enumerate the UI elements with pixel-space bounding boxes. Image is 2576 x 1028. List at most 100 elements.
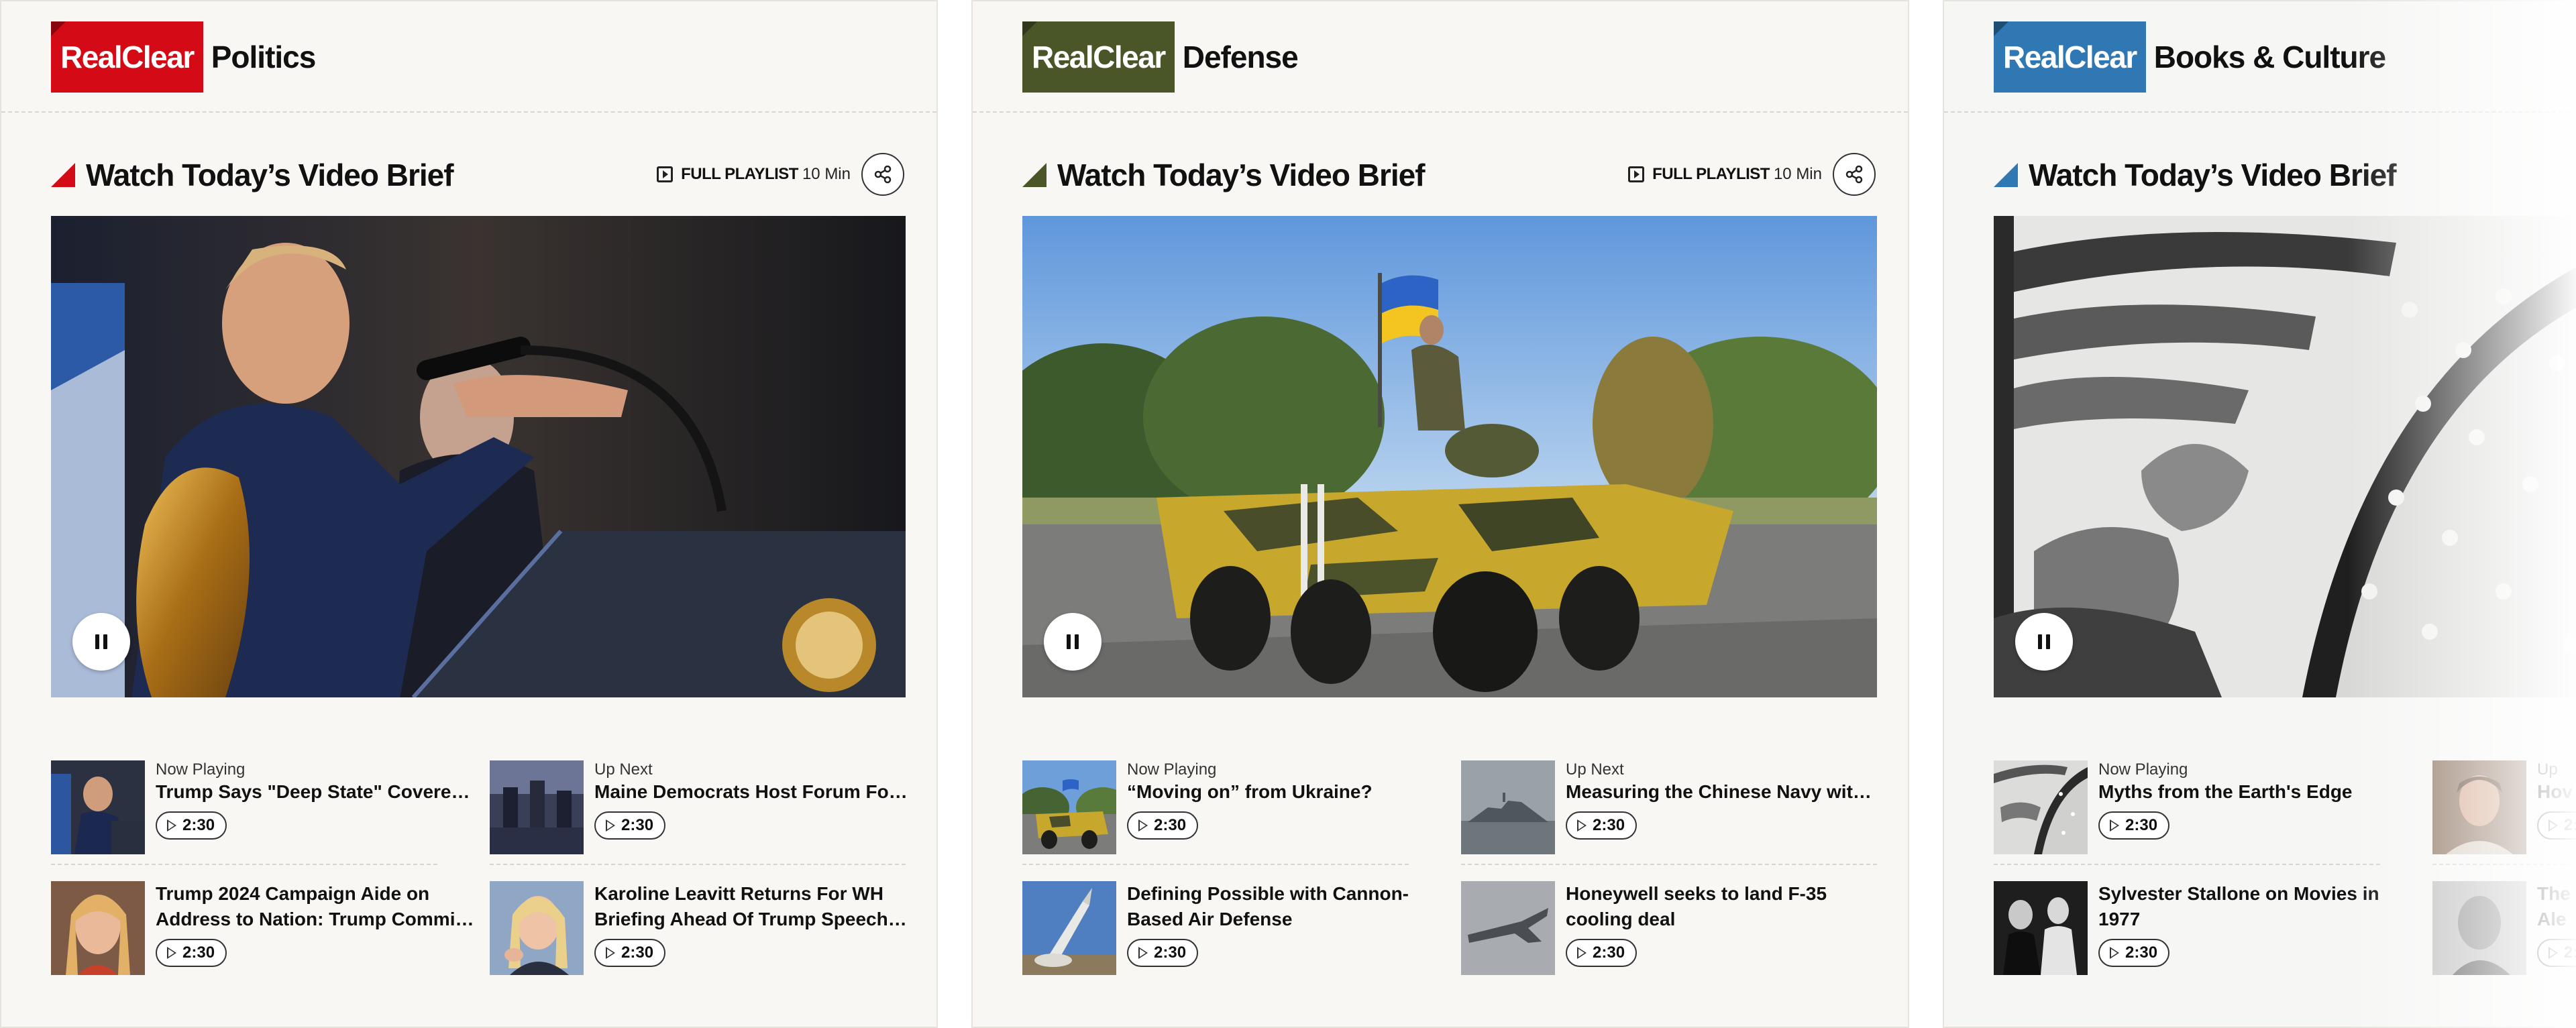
video-frame-engraving <box>1994 216 2576 697</box>
duration-text: 2:30 <box>621 944 654 962</box>
item-title[interactable]: Trump Says "Deep State" Covere… <box>156 779 480 805</box>
duration-badge[interactable]: 2:30 <box>2537 939 2576 967</box>
playlist-item[interactable]: Up Next Maine Democrats Host Forum Fo… 2… <box>490 760 919 854</box>
item-status: Up Next <box>594 760 653 779</box>
duration-badge[interactable]: 2:30 <box>2537 811 2576 840</box>
divider <box>2432 864 2576 865</box>
brief-title: Watch Today’s Video Brief <box>2029 158 2397 192</box>
playlist-duration: 10 Min <box>802 165 851 183</box>
playlist-icon <box>657 166 674 182</box>
pause-button[interactable] <box>2015 613 2073 671</box>
pause-button[interactable] <box>72 613 130 671</box>
video-thumbnail <box>1461 881 1555 975</box>
duration-badge[interactable]: 2:30 <box>594 939 666 967</box>
duration-badge[interactable]: 2:30 <box>2098 939 2170 967</box>
divider <box>490 864 906 865</box>
video-thumbnail <box>490 881 584 975</box>
video-thumbnail <box>1994 760 2088 854</box>
playlist-item[interactable]: Karoline Leavitt Returns For WH Briefing… <box>490 881 919 975</box>
duration-text: 2:30 <box>182 944 215 962</box>
video-brief-heading: Watch Today’s Video Brief <box>1022 153 1426 197</box>
duration-text: 2:30 <box>621 816 654 834</box>
item-status: Now Playing <box>1127 760 1217 779</box>
item-status: Up Next <box>1566 760 1624 779</box>
duration-badge[interactable]: 2:30 <box>594 811 666 840</box>
play-icon <box>2548 947 2558 959</box>
playlist-item[interactable]: Now Playing “Moving on” from Ukraine? 2:… <box>1022 760 1452 854</box>
item-title[interactable]: Hov <box>2537 779 2576 805</box>
accent-triangle-icon <box>1022 163 1046 187</box>
divider <box>1461 864 1877 865</box>
item-title[interactable]: Myths from the Earth's Edge <box>2098 779 2423 805</box>
brief-title: Watch Today’s Video Brief <box>86 158 454 192</box>
item-status: Up <box>2537 760 2558 779</box>
video-card-politics: RealClear Politics Watch Today’s Video B… <box>0 0 938 1028</box>
playlist-duration: 10 Min <box>1773 165 1822 183</box>
logo-brand: RealClear <box>1994 21 2146 93</box>
playlist-item[interactable]: Honeywell seeks to land F-35 cooling dea… <box>1461 881 1890 975</box>
duration-badge[interactable]: 2:30 <box>1566 811 1638 840</box>
playlist-item[interactable]: Defining Possible with Cannon-Based Air … <box>1022 881 1452 975</box>
video-thumbnail <box>1461 760 1555 854</box>
duration-badge[interactable]: 2:30 <box>156 939 227 967</box>
logo-brand: RealClear <box>1022 21 1175 93</box>
duration-text: 2:30 <box>182 816 215 834</box>
playlist-item[interactable]: Trump 2024 Campaign Aide on Address to N… <box>51 881 480 975</box>
item-title[interactable]: “Moving on” from Ukraine? <box>1127 779 1452 805</box>
full-playlist-link[interactable]: FULL PLAYLIST 10 Min <box>1628 162 1822 186</box>
video-thumbnail <box>1022 760 1116 854</box>
item-title[interactable]: Sylvester Stallone on Movies in 1977 <box>2098 881 2423 932</box>
item-title[interactable]: Honeywell seeks to land F-35 cooling dea… <box>1566 881 1890 932</box>
video-player[interactable] <box>51 216 906 697</box>
logo-section-name: Politics <box>211 40 317 74</box>
playlist-item[interactable]: Up Hov 2:30 <box>2432 760 2576 854</box>
item-status: Now Playing <box>156 760 246 779</box>
duration-badge[interactable]: 2:30 <box>1127 811 1199 840</box>
item-title[interactable]: Measuring the Chinese Navy wit… <box>1566 779 1890 805</box>
pause-icon <box>95 634 99 649</box>
pause-icon <box>2038 634 2042 649</box>
video-player[interactable] <box>1022 216 1877 697</box>
duration-text: 2:30 <box>1154 944 1187 962</box>
playlist-item[interactable]: Now Playing Trump Says "Deep State" Cove… <box>51 760 480 854</box>
item-title[interactable]: Defining Possible with Cannon-Based Air … <box>1127 881 1452 932</box>
video-player[interactable] <box>1994 216 2576 697</box>
divider <box>1994 864 2380 865</box>
duration-badge[interactable]: 2:30 <box>1566 939 1638 967</box>
playlist-item[interactable]: Now Playing Myths from the Earth's Edge … <box>1994 760 2423 854</box>
share-button[interactable] <box>1833 153 1876 196</box>
full-playlist-link[interactable]: FULL PLAYLIST 10 Min <box>657 162 851 186</box>
playlist-label: FULL PLAYLIST <box>1652 165 1770 183</box>
item-status: Now Playing <box>2098 760 2188 779</box>
realclear-politics-logo[interactable]: RealClear Politics <box>51 21 317 93</box>
card-header: RealClear Defense <box>973 1 1908 113</box>
video-brief-heading: Watch Today’s Video Brief <box>51 153 454 197</box>
duration-text: 2:30 <box>2125 944 2158 962</box>
duration-text: 2:30 <box>2564 816 2576 834</box>
duration-badge[interactable]: 2:30 <box>156 811 227 840</box>
playlist-item[interactable]: The Ale 2:30 <box>2432 881 2576 975</box>
video-thumbnail <box>51 881 145 975</box>
play-icon <box>1577 819 1587 832</box>
brief-title: Watch Today’s Video Brief <box>1057 158 1426 192</box>
duration-text: 2:30 <box>2564 944 2576 962</box>
playlist-label: FULL PLAYLIST <box>681 165 798 183</box>
item-title[interactable]: The Ale <box>2537 881 2576 932</box>
item-title[interactable]: Trump 2024 Campaign Aide on Address to N… <box>156 881 480 932</box>
video-card-defense: RealClear Defense Watch Today’s Video Br… <box>971 0 1909 1028</box>
playlist-icon <box>1628 166 1645 182</box>
duration-badge[interactable]: 2:30 <box>1127 939 1199 967</box>
video-thumbnail <box>490 760 584 854</box>
duration-text: 2:30 <box>1593 816 1625 834</box>
item-title[interactable]: Karoline Leavitt Returns For WH Briefing… <box>594 881 919 932</box>
pause-button[interactable] <box>1044 613 1102 671</box>
duration-badge[interactable]: 2:30 <box>2098 811 2170 840</box>
realclear-books-logo[interactable]: RealClear Books & Culture <box>1994 21 2386 93</box>
playlist-item[interactable]: Sylvester Stallone on Movies in 1977 2:3… <box>1994 881 2423 975</box>
logo-brand: RealClear <box>51 21 203 93</box>
playlist-item[interactable]: Up Next Measuring the Chinese Navy wit… … <box>1461 760 1890 854</box>
realclear-defense-logo[interactable]: RealClear Defense <box>1022 21 1299 93</box>
share-button[interactable] <box>861 153 904 196</box>
video-frame-armored-vehicle <box>1022 216 1877 697</box>
item-title[interactable]: Maine Democrats Host Forum Fo… <box>594 779 919 805</box>
